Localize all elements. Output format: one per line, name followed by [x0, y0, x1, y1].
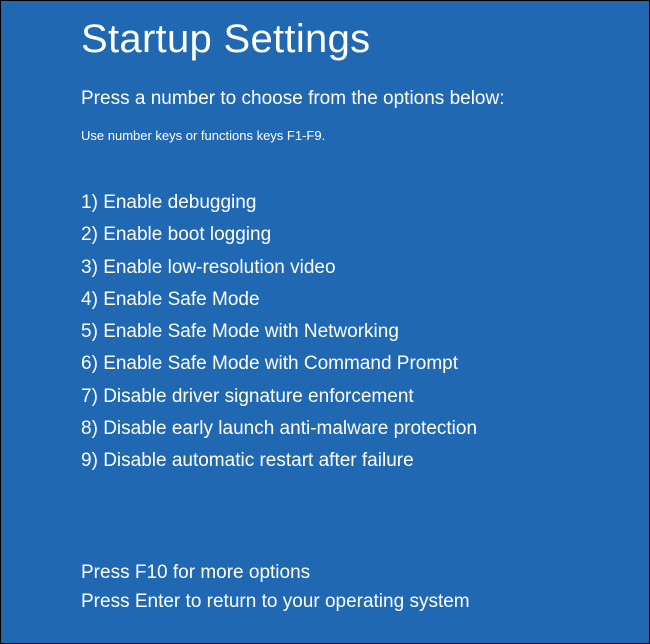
- option-label: Enable Safe Mode with Command Prompt: [103, 353, 458, 374]
- startup-settings-screen: Startup Settings Press a number to choos…: [1, 1, 649, 617]
- option-number: 7: [81, 386, 92, 407]
- option-item-7[interactable]: 7) Disable driver signature enforcement: [81, 381, 649, 413]
- option-number: 8: [81, 418, 92, 439]
- more-options-text: Press F10 for more options: [81, 558, 649, 587]
- hint-text: Use number keys or functions keys F1-F9.: [81, 128, 649, 143]
- option-label: Disable early launch anti-malware protec…: [103, 418, 477, 439]
- option-item-8[interactable]: 8) Disable early launch anti-malware pro…: [81, 413, 649, 445]
- page-title: Startup Settings: [81, 17, 649, 62]
- option-label: Enable boot logging: [103, 224, 271, 245]
- option-label: Enable low-resolution video: [103, 257, 335, 278]
- option-number: 2: [81, 224, 92, 245]
- option-item-9[interactable]: 9) Disable automatic restart after failu…: [81, 445, 649, 477]
- option-item-2[interactable]: 2) Enable boot logging: [81, 219, 649, 251]
- option-label: Enable Safe Mode with Networking: [103, 321, 399, 342]
- option-number: 3: [81, 257, 92, 278]
- option-label: Disable driver signature enforcement: [103, 386, 414, 407]
- option-label: Enable Safe Mode: [103, 289, 259, 310]
- option-item-4[interactable]: 4) Enable Safe Mode: [81, 284, 649, 316]
- option-item-6[interactable]: 6) Enable Safe Mode with Command Prompt: [81, 348, 649, 380]
- instruction-text: Press a number to choose from the option…: [81, 88, 649, 110]
- options-list: 1) Enable debugging 2) Enable boot loggi…: [81, 187, 649, 478]
- option-number: 1: [81, 192, 92, 213]
- return-text: Press Enter to return to your operating …: [81, 587, 649, 616]
- option-number: 6: [81, 353, 92, 374]
- option-item-5[interactable]: 5) Enable Safe Mode with Networking: [81, 316, 649, 348]
- option-label: Disable automatic restart after failure: [103, 450, 413, 471]
- option-item-1[interactable]: 1) Enable debugging: [81, 187, 649, 219]
- option-label: Enable debugging: [103, 192, 256, 213]
- option-number: 4: [81, 289, 92, 310]
- option-number: 5: [81, 321, 92, 342]
- option-number: 9: [81, 450, 92, 471]
- option-item-3[interactable]: 3) Enable low-resolution video: [81, 252, 649, 284]
